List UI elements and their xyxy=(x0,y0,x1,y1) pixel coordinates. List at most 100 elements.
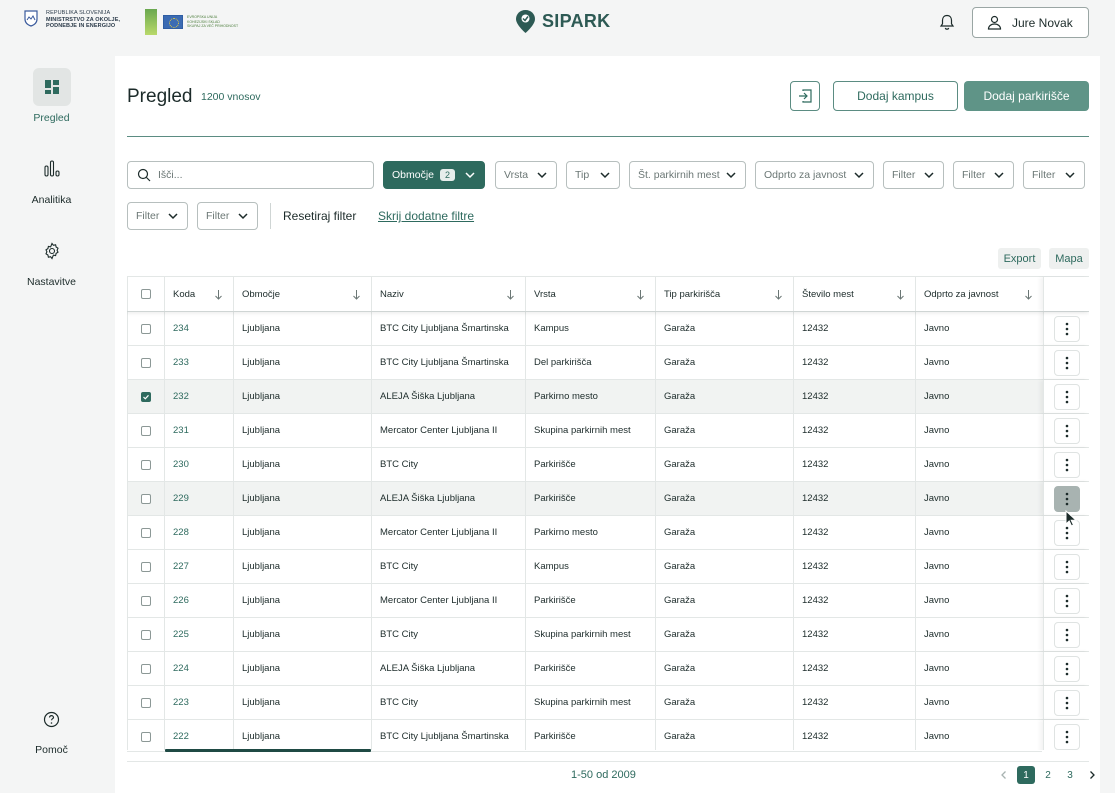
col-vrsta[interactable]: Vrsta xyxy=(525,277,655,311)
col-stevilo[interactable]: Število mest xyxy=(793,277,915,311)
extra-filter-4[interactable]: Filter xyxy=(127,202,188,230)
add-campus-button[interactable]: Dodaj kampus xyxy=(833,81,958,111)
sidebar-item-help[interactable]: Pomoč xyxy=(0,700,103,756)
row-checkbox[interactable] xyxy=(141,527,151,538)
row-actions-button[interactable] xyxy=(1053,689,1080,716)
table-row[interactable]: 227 Ljubljana BTC City Kampus Garaža 12432 Jav… xyxy=(127,550,1089,584)
table-row[interactable]: 229 Ljubljana ALEJA Šiška Ljubljana Parkiri… xyxy=(127,482,1089,516)
page-1-button[interactable]: 1 xyxy=(1017,766,1035,784)
export-button[interactable]: Export xyxy=(998,248,1041,269)
map-button[interactable]: Mapa xyxy=(1049,248,1089,269)
cell-code[interactable]: 229 xyxy=(164,482,233,515)
next-page-button[interactable] xyxy=(1083,766,1101,784)
import-button[interactable] xyxy=(790,81,820,111)
row-checkbox[interactable] xyxy=(141,561,151,572)
cell-kind: Del parkirišča xyxy=(525,346,655,379)
hide-filters-link[interactable]: Skrij dodatne filtre xyxy=(378,209,474,223)
row-actions-button[interactable] xyxy=(1053,553,1080,580)
extra-filter-2[interactable]: Filter xyxy=(953,161,1014,189)
row-actions-button[interactable] xyxy=(1053,417,1080,444)
add-parking-button[interactable]: Dodaj parkirišče xyxy=(964,81,1089,111)
table-row[interactable]: 222 Ljubljana BTC City Ljubljana Šmartinsk… xyxy=(127,720,1089,750)
reset-filter-button[interactable]: Resetiraj filter xyxy=(283,209,356,223)
cell-area: Ljubljana xyxy=(233,584,371,617)
row-actions-button[interactable] xyxy=(1053,315,1080,342)
table-row[interactable]: 224 Ljubljana ALEJA Šiška Ljubljana Parkiri… xyxy=(127,652,1089,686)
brand-logo[interactable]: SIPARK xyxy=(515,9,610,34)
user-menu-button[interactable]: Jure Novak xyxy=(972,7,1089,38)
col-naziv[interactable]: Naziv xyxy=(371,277,525,311)
cell-code[interactable]: 231 xyxy=(164,414,233,447)
row-checkbox[interactable] xyxy=(141,323,151,334)
cell-code[interactable]: 227 xyxy=(164,550,233,583)
row-actions-button[interactable] xyxy=(1053,587,1080,614)
select-all-checkbox[interactable] xyxy=(141,289,151,299)
row-checkbox[interactable] xyxy=(141,425,151,436)
search-field[interactable] xyxy=(127,161,374,189)
row-checkbox[interactable] xyxy=(141,357,151,368)
cell-area: Ljubljana xyxy=(233,448,371,481)
table-row[interactable]: 233 Ljubljana BTC City Ljubljana Šmartinsk… xyxy=(127,346,1089,380)
row-actions-button[interactable] xyxy=(1053,383,1080,410)
row-actions-button[interactable] xyxy=(1053,451,1080,478)
table-row[interactable]: 223 Ljubljana BTC City Skupina parkirnih me… xyxy=(127,686,1089,720)
table-row[interactable]: 234 Ljubljana BTC City Ljubljana Šmartinsk… xyxy=(127,312,1089,346)
row-actions-button[interactable] xyxy=(1053,723,1080,750)
row-actions-button[interactable] xyxy=(1053,621,1080,648)
row-actions-button[interactable] xyxy=(1053,655,1080,682)
pin-logo-icon xyxy=(516,10,535,33)
horizontal-scrollbar[interactable] xyxy=(165,749,371,752)
row-checkbox[interactable] xyxy=(141,595,151,606)
sidebar-label: Analitika xyxy=(31,194,72,206)
public-filter[interactable]: Odprto za javnost xyxy=(755,161,874,189)
col-koda[interactable]: Koda xyxy=(164,277,233,311)
extra-filter-1[interactable]: Filter xyxy=(883,161,944,189)
spaces-filter[interactable]: Št. parkirnih mest xyxy=(629,161,746,189)
cell-code[interactable]: 225 xyxy=(164,618,233,651)
cell-code[interactable]: 228 xyxy=(164,516,233,549)
kind-filter[interactable]: Vrsta xyxy=(495,161,557,189)
row-checkbox[interactable] xyxy=(141,391,151,402)
table-row[interactable]: 228 Ljubljana Mercator Center Ljubljana II… xyxy=(127,516,1089,550)
table-row[interactable]: 232 Ljubljana ALEJA Šiška Ljubljana Parkirn… xyxy=(127,380,1089,414)
sidebar-item-pregled[interactable]: Pregled xyxy=(0,68,103,124)
sidebar-item-analitika[interactable]: Analitika xyxy=(0,150,103,206)
cell-kind: Parkirišče xyxy=(525,720,655,750)
row-checkbox[interactable] xyxy=(141,493,151,504)
row-checkbox[interactable] xyxy=(141,663,151,674)
row-checkbox[interactable] xyxy=(141,459,151,470)
bell-icon[interactable] xyxy=(938,13,956,31)
col-tip[interactable]: Tip parkirišča xyxy=(655,277,793,311)
data-table: Koda Območje Naziv Vrsta Tip parkirišča … xyxy=(127,276,1089,750)
row-checkbox[interactable] xyxy=(141,697,151,708)
col-javno[interactable]: Odprto za javnost xyxy=(915,277,1043,311)
cell-spaces: 12432 xyxy=(793,618,915,651)
sidebar-item-nastavitve[interactable]: Nastavitve xyxy=(0,232,103,288)
extra-filter-3[interactable]: Filter xyxy=(1023,161,1085,189)
cell-code[interactable]: 226 xyxy=(164,584,233,617)
cell-code[interactable]: 224 xyxy=(164,652,233,685)
row-actions-button[interactable] xyxy=(1053,485,1080,512)
cell-code[interactable]: 222 xyxy=(164,720,233,750)
table-row[interactable]: 230 Ljubljana BTC City Parkirišče Garaža 1243… xyxy=(127,448,1089,482)
row-checkbox[interactable] xyxy=(141,629,151,640)
type-filter[interactable]: Tip xyxy=(566,161,620,189)
sort-arrow-icon xyxy=(507,289,514,300)
page-2-button[interactable]: 2 xyxy=(1039,766,1057,784)
cell-code[interactable]: 230 xyxy=(164,448,233,481)
search-input[interactable] xyxy=(158,169,358,181)
table-row[interactable]: 231 Ljubljana Mercator Center Ljubljana II… xyxy=(127,414,1089,448)
table-row[interactable]: 225 Ljubljana BTC City Skupina parkirnih me… xyxy=(127,618,1089,652)
cell-code[interactable]: 233 xyxy=(164,346,233,379)
cell-code[interactable]: 232 xyxy=(164,380,233,413)
prev-page-button[interactable] xyxy=(995,766,1013,784)
area-filter[interactable]: Območje 2 xyxy=(383,161,485,189)
cell-code[interactable]: 223 xyxy=(164,686,233,719)
extra-filter-5[interactable]: Filter xyxy=(197,202,258,230)
page-3-button[interactable]: 3 xyxy=(1061,766,1079,784)
col-obmocje[interactable]: Območje xyxy=(233,277,371,311)
cell-code[interactable]: 234 xyxy=(164,312,233,345)
table-row[interactable]: 226 Ljubljana Mercator Center Ljubljana II… xyxy=(127,584,1089,618)
row-checkbox[interactable] xyxy=(141,731,151,742)
row-actions-button[interactable] xyxy=(1053,349,1080,376)
